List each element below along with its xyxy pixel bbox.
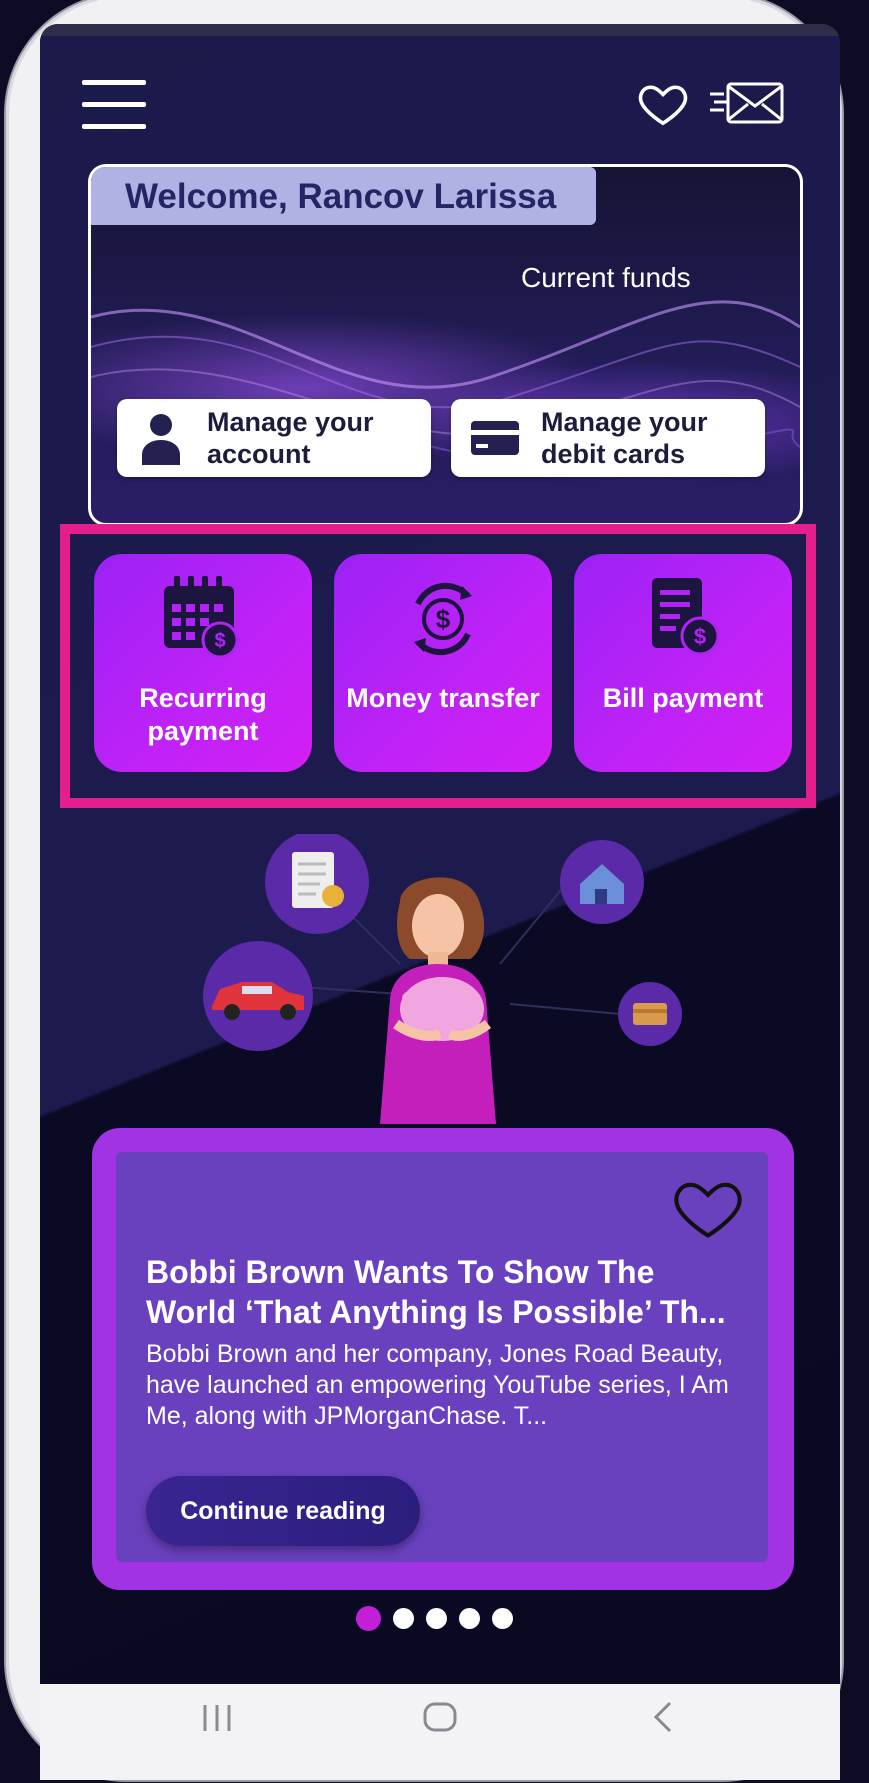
carousel-pager [356, 1606, 513, 1631]
home-icon[interactable] [422, 1700, 458, 1742]
savings-illustration [203, 834, 682, 1124]
house-bubble-icon [560, 840, 644, 924]
manage-cards-label: Manage your debit cards [541, 407, 708, 469]
pager-dot-active[interactable] [356, 1606, 381, 1631]
user-icon [131, 408, 191, 468]
flying-envelope-icon[interactable] [708, 80, 788, 133]
heart-outline-icon[interactable] [636, 76, 690, 135]
document-bubble-icon [265, 834, 369, 934]
hamburger-menu-icon[interactable] [82, 80, 146, 134]
current-funds-label: Current funds [521, 262, 691, 293]
back-icon[interactable] [650, 1700, 676, 1743]
svg-text:$: $ [436, 604, 451, 634]
account-summary-card: Welcome, Rancov Larissa Current funds Ma… [88, 164, 803, 526]
pager-dot[interactable] [492, 1608, 513, 1629]
article-favorite-heart-icon[interactable] [670, 1172, 746, 1247]
credit-card-icon [465, 408, 525, 468]
money-transfer-label: Money transfer [346, 683, 540, 713]
article-card[interactable]: Bobbi Brown Wants To Show The World ‘Tha… [92, 1128, 794, 1590]
continue-reading-button[interactable]: Continue reading [146, 1476, 420, 1546]
recent-apps-icon[interactable] [200, 1700, 234, 1742]
card-bubble-icon [618, 982, 682, 1046]
manage-debit-cards-button[interactable]: Manage your debit cards [451, 399, 765, 477]
bill-payment-button[interactable]: $ Bill payment [574, 554, 792, 772]
system-navigation-bar [40, 1684, 840, 1780]
article-card-body: Bobbi Brown Wants To Show The World ‘Tha… [116, 1152, 768, 1562]
bill-dollar-icon: $ [574, 574, 792, 674]
svg-text:$: $ [694, 624, 706, 649]
article-excerpt: Bobbi Brown and her company, Jones Road … [146, 1340, 729, 1430]
pager-dot[interactable] [426, 1608, 447, 1629]
article-title: Bobbi Brown Wants To Show The World ‘Tha… [146, 1254, 726, 1330]
manage-account-label: Manage your account [207, 407, 374, 469]
svg-text:$: $ [214, 630, 225, 652]
app-screen: Welcome, Rancov Larissa Current funds Ma… [40, 24, 840, 1684]
calendar-dollar-icon: $ [94, 574, 312, 674]
status-bar [40, 24, 840, 36]
woman-with-piggy-bank [380, 877, 496, 1124]
phone-frame: Welcome, Rancov Larissa Current funds Ma… [6, 0, 842, 1780]
pager-dot[interactable] [459, 1608, 480, 1629]
circular-transfer-dollar-icon: $ [334, 574, 552, 674]
manage-account-button[interactable]: Manage your account [117, 399, 431, 477]
money-transfer-button[interactable]: $ Money transfer [334, 554, 552, 772]
pager-dot[interactable] [393, 1608, 414, 1629]
recurring-payment-label: Recurring payment [139, 683, 267, 746]
car-bubble-icon [203, 941, 313, 1051]
decorative-wave [91, 300, 800, 467]
recurring-payment-button[interactable]: $ Recurring payment [94, 554, 312, 772]
bill-payment-label: Bill payment [602, 683, 764, 713]
welcome-banner: Welcome, Rancov Larissa [91, 167, 596, 225]
